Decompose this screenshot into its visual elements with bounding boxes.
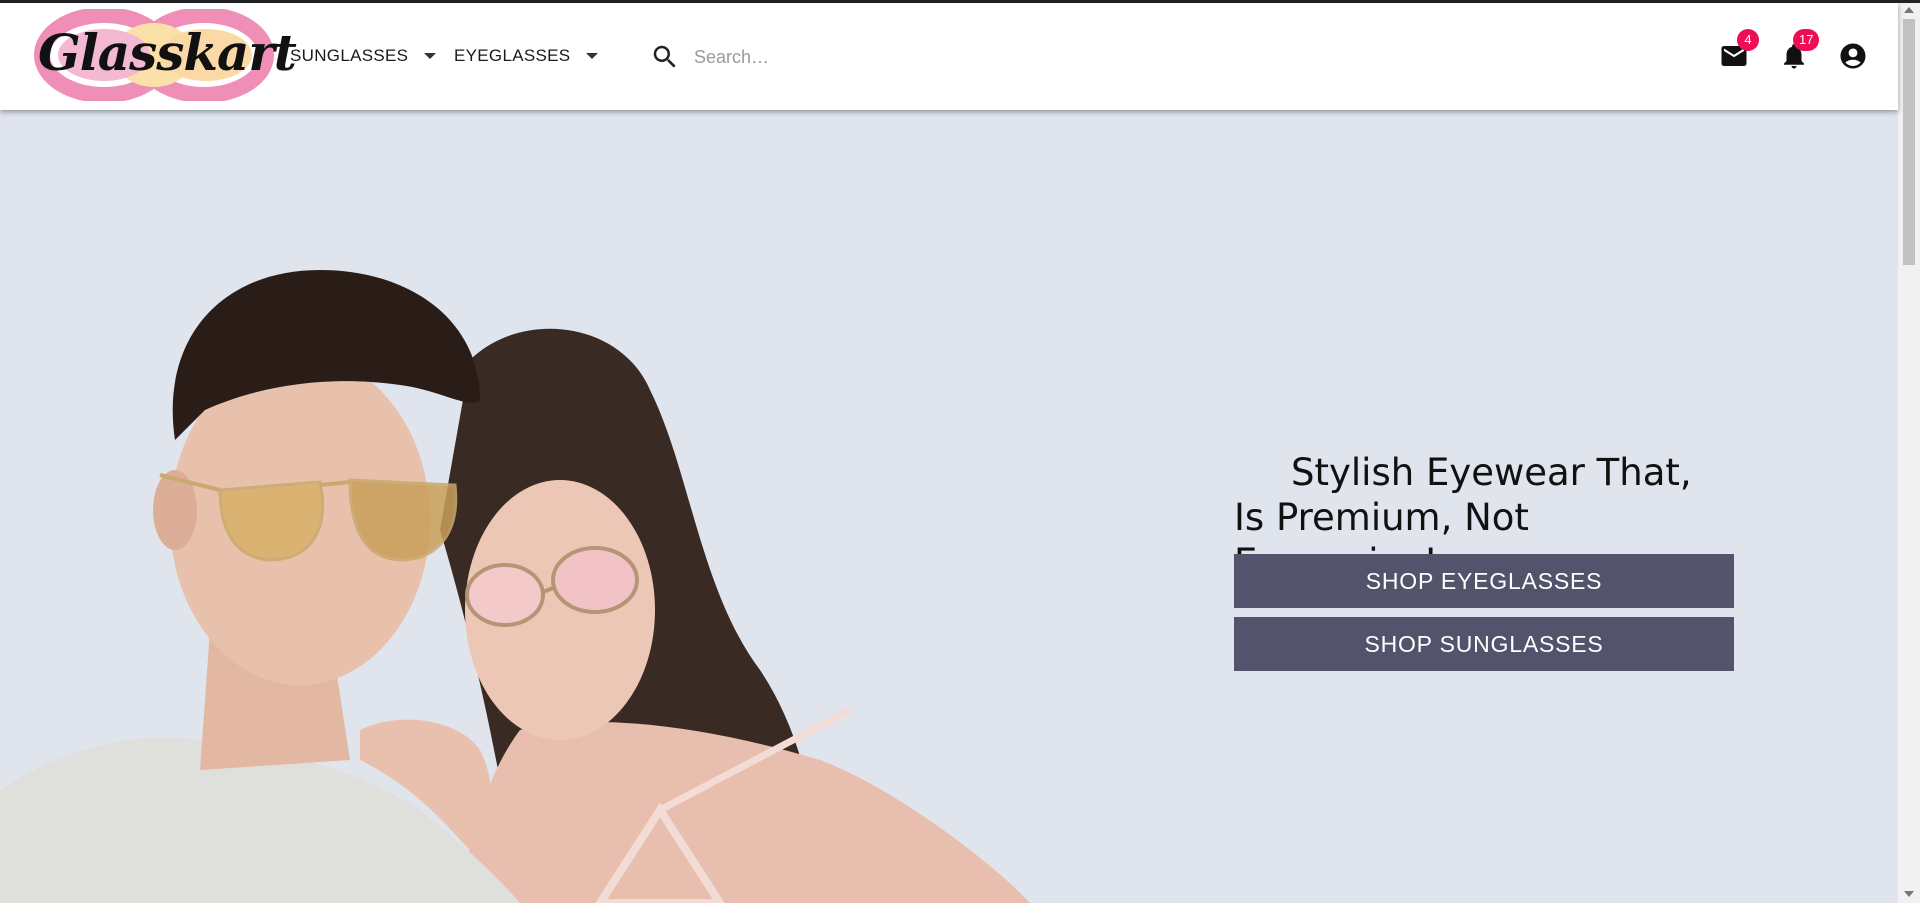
shop-eyeglasses-button[interactable]: SHOP EYEGLASSES	[1234, 554, 1734, 608]
hero-image-couple-wearing-glasses	[0, 110, 1050, 903]
mail-button[interactable]: 4	[1719, 29, 1759, 71]
nav-sunglasses-dropdown[interactable]: SUNGLASSES	[290, 33, 437, 79]
search-icon[interactable]	[650, 42, 680, 72]
scroll-down-arrow-icon[interactable]	[1904, 891, 1914, 897]
search-bar	[650, 35, 1070, 79]
logo-wordmark: Glasskart	[38, 23, 297, 82]
shop-sunglasses-button[interactable]: SHOP SUNGLASSES	[1234, 617, 1734, 671]
notification-count-badge: 17	[1793, 29, 1820, 51]
top-navbar: Glasskart SUNGLASSES EYEGLASSES 4 17	[0, 3, 1898, 110]
hero-photo-illustration	[0, 270, 1030, 903]
notifications-button[interactable]: 17	[1779, 29, 1820, 71]
glasskart-logo[interactable]: Glasskart	[34, 9, 297, 101]
mail-count-badge: 4	[1737, 29, 1759, 51]
caret-down-icon	[424, 53, 437, 59]
caret-down-icon	[586, 53, 599, 59]
account-button[interactable]	[1838, 41, 1868, 71]
tagline-line-1: Stylish Eyewear That,	[1291, 451, 1692, 494]
nav-sunglasses-label: SUNGLASSES	[290, 46, 409, 65]
scroll-up-arrow-icon[interactable]	[1904, 7, 1914, 13]
account-circle-icon	[1840, 43, 1866, 69]
nav-eyeglasses-dropdown[interactable]: EYEGLASSES	[454, 33, 599, 79]
vertical-scrollbar[interactable]	[1898, 3, 1920, 903]
search-input[interactable]	[694, 46, 1054, 68]
scrollbar-thumb[interactable]	[1903, 19, 1915, 265]
nav-eyeglasses-label: EYEGLASSES	[454, 46, 571, 65]
